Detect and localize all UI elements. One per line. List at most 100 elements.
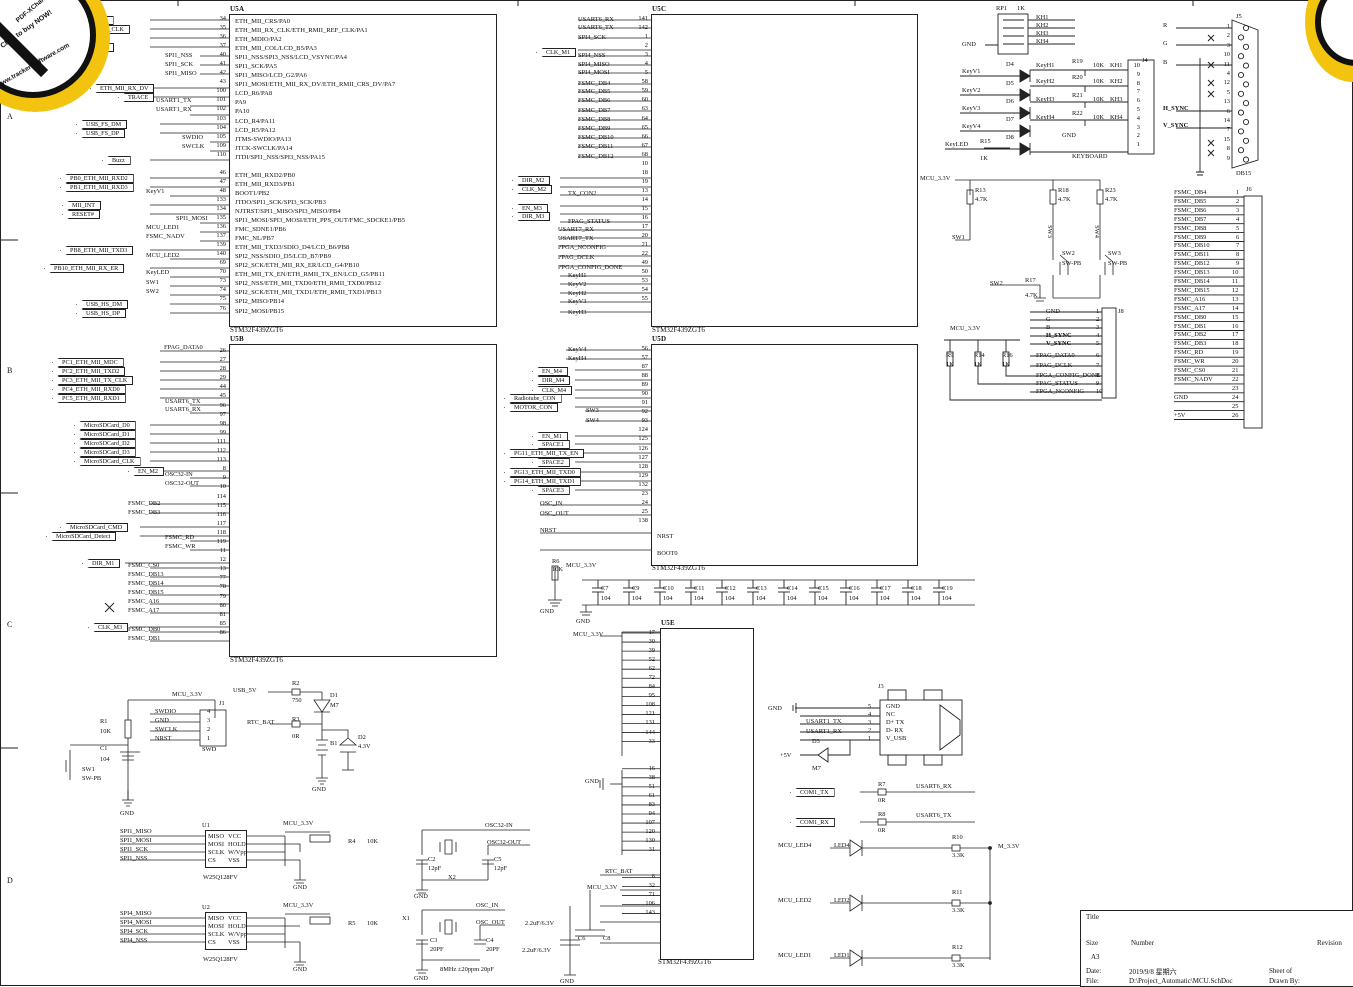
keyboard-diode-icon: [1019, 106, 1031, 120]
pin-line: 59: [641, 87, 648, 95]
pin-line: 111: [216, 437, 226, 445]
pin-line: 29: [219, 374, 226, 382]
u5a-net-19: MII_INT: [62, 201, 102, 210]
u5b-net-1: PC1_ETH_MII_MDC: [52, 358, 124, 367]
u5b-net-16: FSMC_DB2: [128, 500, 161, 507]
pin-line: 17: [641, 223, 648, 231]
pin-line: NJTRST/SPI1_MISO/SPI3_MISO/PB4: [235, 207, 341, 215]
swd-num-1: 1: [207, 735, 211, 742]
rp1-designator: RP1: [996, 5, 1008, 12]
j6-net-10: FSMC_DB14: [1174, 278, 1210, 285]
j8-net-9: FPGA_NCONFIG: [1036, 388, 1084, 395]
r23-designator: R23: [1105, 187, 1116, 194]
keyboard-rval-2: 10K: [1093, 96, 1105, 103]
u5d-net-1: KeyH4: [568, 355, 587, 362]
pin-line: 81: [219, 610, 226, 618]
u5b-part-number: STM32F439ZGT6: [230, 656, 283, 664]
pin-line: ETH_MII_TXD3/SDIO_D4/LCD_B6/PB8: [235, 244, 350, 252]
d2-value: 4.3V: [358, 743, 371, 750]
j6-designator: J6: [1246, 186, 1252, 193]
u5a-net-31: USB_HS_DP: [76, 309, 127, 318]
j6-net-13: FSMC_A17: [1174, 304, 1206, 312]
rp1-kh3: KH3: [1036, 30, 1049, 37]
keyboard-r-1: R20: [1072, 74, 1083, 81]
u5b-net-13: EN_M2: [128, 467, 164, 476]
tb-drawn: Drawn By:: [1269, 977, 1300, 985]
u5b-net-23: FSMC_CS0: [128, 562, 160, 569]
pin-line: 130: [645, 837, 655, 845]
pin-line: 18: [641, 168, 648, 176]
j8-net-2: B: [1046, 324, 1051, 331]
x1-spec: 8MHz ±20ppm 20pF: [440, 966, 494, 973]
r15-designator: R15: [980, 138, 991, 145]
c6-designator: C6: [578, 935, 586, 942]
r1-designator: R1: [100, 718, 108, 725]
u5c-net-7: FSMC_DB4: [578, 80, 611, 87]
d2-designator: D2: [358, 734, 366, 741]
pin-line: 21: [641, 241, 648, 249]
pin-line: ETH_MII_RX_CLK/ETH_RMII_REF_CLK/PA1: [235, 27, 368, 35]
u5d-net-15: SPACE3: [532, 486, 570, 495]
pin-line: 124: [638, 426, 648, 434]
u5e-mcu-net: MCU_3.3V: [573, 631, 604, 638]
u5b-net-0: FPAG_DATA0: [164, 344, 203, 351]
j8-net-8: FPAG_STATUS: [1036, 380, 1078, 387]
u5d-net-2: EN_M4: [532, 367, 568, 376]
r9-value: 1K: [946, 361, 954, 368]
pin-line: 95: [648, 692, 655, 700]
led-rail-net: M_3.3V: [998, 843, 1020, 850]
usb-pin-4: V_USB: [886, 735, 907, 742]
usb-usart-tx: USART1_TX: [806, 718, 842, 725]
rp1-kh1: KH1: [1036, 14, 1049, 21]
cap-designator-5: C13: [756, 585, 767, 592]
j6-pin-10: 11: [1232, 278, 1239, 285]
u1-net-nss: SPI1_NSS: [120, 855, 148, 862]
j8-net-6: FPAG_DCLK: [1036, 362, 1073, 369]
pin-line: FMC_SDNE1/PB6: [235, 226, 286, 234]
pin-line: 16: [641, 214, 648, 222]
u2-designator: U2: [202, 904, 210, 911]
u5b-net-25: FSMC_DB14: [128, 580, 164, 587]
pin-line: 102: [216, 105, 226, 113]
db15-pin-circle: [1237, 71, 1245, 79]
pin-line: 103: [216, 114, 226, 122]
u5a-net-26: PB10_ETH_MII_RX_ER: [44, 264, 125, 273]
c5-designator: C5: [494, 856, 502, 863]
db15-pin-circle: [1237, 53, 1245, 60]
u1-designator: U1: [202, 822, 210, 829]
swd-num-4: 4: [207, 708, 211, 715]
u5b-chip: [229, 344, 497, 657]
vga-r-net: R: [1163, 22, 1168, 29]
tb-date-value: 2019/9/8 星期六: [1129, 968, 1177, 976]
pin-line: 100: [216, 87, 226, 95]
r4-designator: R4: [348, 838, 356, 845]
tb-file-value: D:\Project_Automatic\MCU.SchDoc: [1129, 977, 1233, 985]
r7-value: 0R: [878, 797, 886, 804]
pin-line: 143: [645, 909, 655, 917]
u5b-net-20: FSMC_RD: [165, 534, 195, 541]
pin-line: 10: [641, 159, 648, 167]
j6-net-1: FSMC_DB5: [1174, 197, 1207, 205]
j6-net-19: FSMC_WR: [1174, 358, 1205, 366]
j6-net-4: FSMC_DB8: [1174, 224, 1207, 232]
c8-designator: C8: [603, 935, 611, 942]
pin-line: [625, 854, 655, 863]
cap-designator-11: C19: [942, 585, 953, 592]
j8-net-5: FPAG_DATA0: [1036, 352, 1075, 359]
pin-line: 13: [641, 186, 648, 194]
j8-pin-6: 7: [1096, 362, 1100, 369]
u5a-net-12: USB_FS_DP: [76, 129, 126, 138]
pin-line: 32: [648, 882, 655, 890]
pin-line: 41: [219, 60, 226, 68]
pin-line: 33: [648, 737, 655, 745]
r3-designator: R3: [292, 716, 300, 723]
u5a-net-17: PB1_ETH_MII_RXD3: [60, 183, 134, 192]
vga-g-net: G: [1163, 40, 1168, 47]
u5a-net-11: USB_FS_DM: [76, 120, 128, 129]
pin-line: LCD_R6/PA8: [235, 90, 273, 98]
j6-net-12: FSMC_A16: [1174, 295, 1206, 303]
j6-pin-19: 20: [1232, 358, 1239, 366]
pin-line: 20: [641, 232, 648, 240]
u5a-pin-numbers: 34 35 36 37 40 41 42 43 100 101 102 103 104 105 109 110…: [196, 14, 226, 313]
j8-designator: J8: [1118, 308, 1124, 315]
